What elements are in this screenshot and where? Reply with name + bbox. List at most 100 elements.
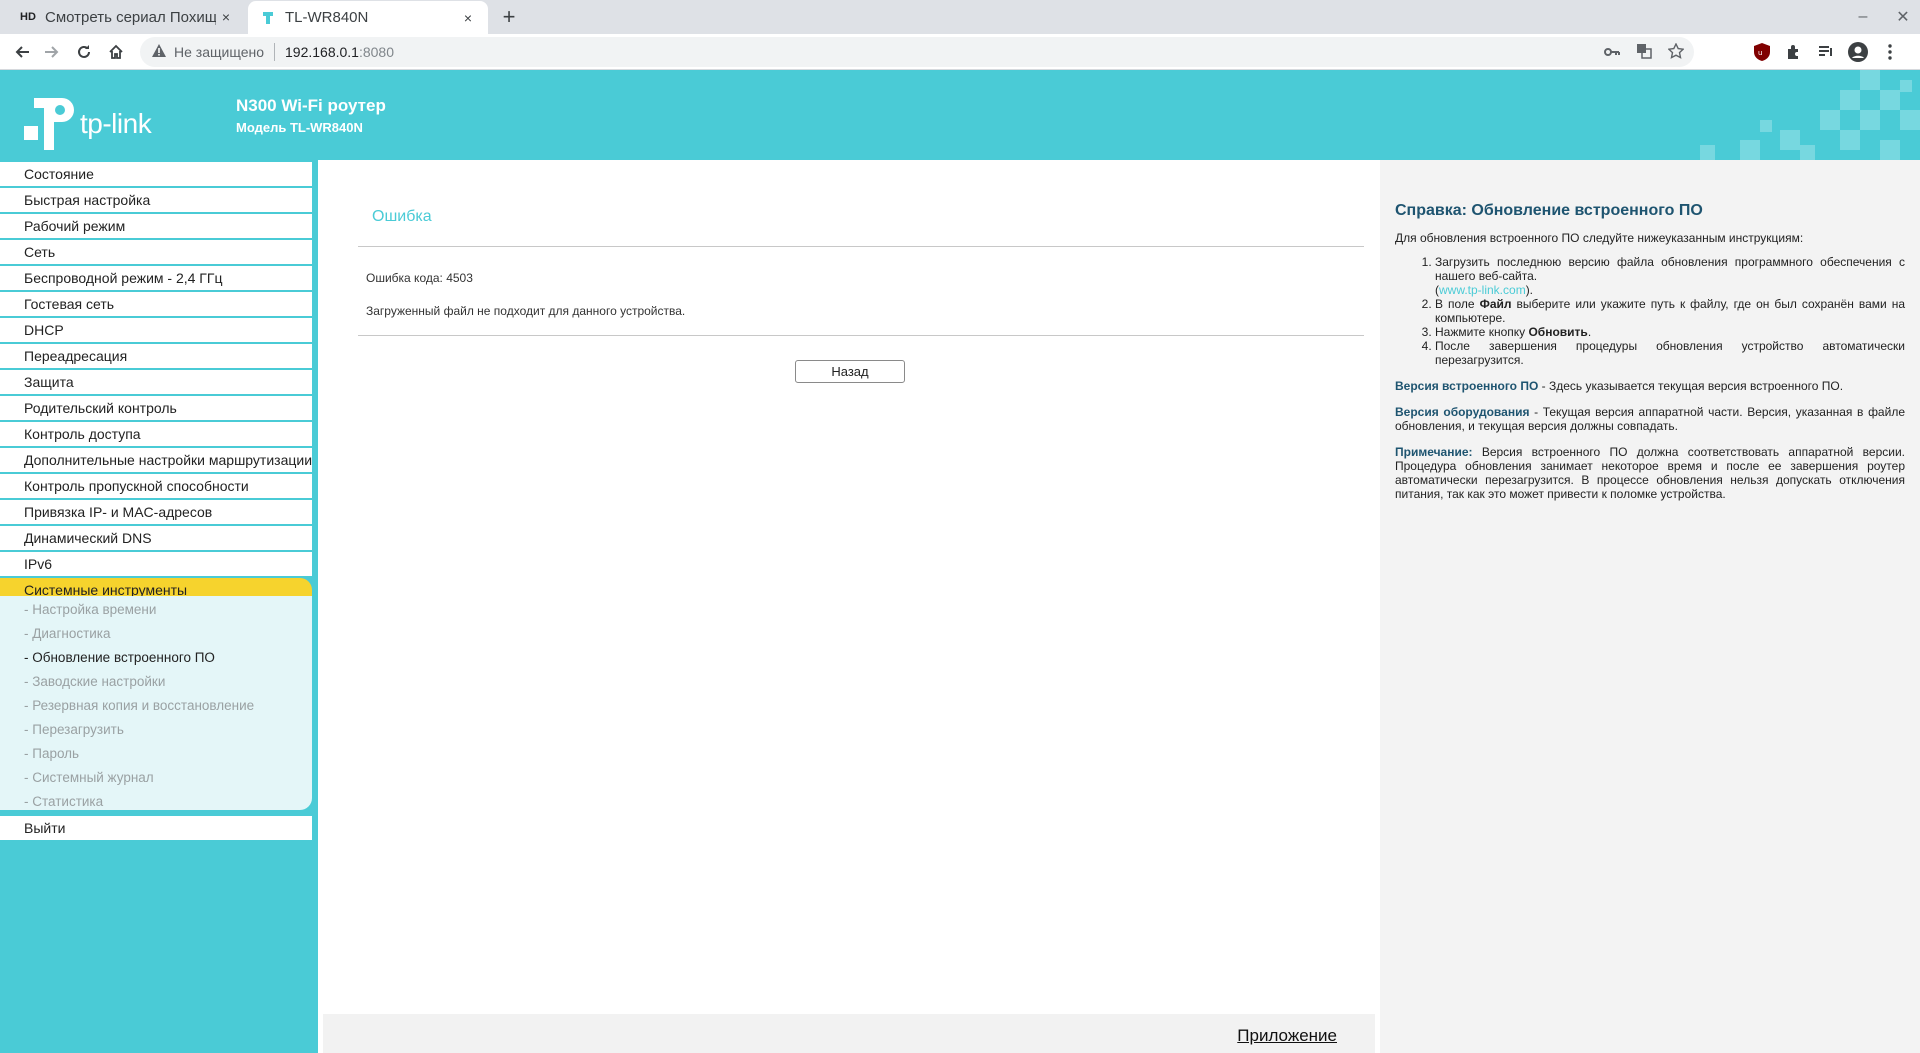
menu-dhcp[interactable]: DHCP (0, 318, 312, 342)
security-label[interactable]: Не защищено (174, 44, 264, 60)
help-step-bold: Файл (1479, 297, 1512, 311)
help-step-text: . (1587, 325, 1592, 339)
translate-icon[interactable] (1636, 43, 1652, 62)
window-controls: – ✕ (1854, 0, 1912, 34)
help-step-text: ). (1525, 283, 1534, 297)
key-icon[interactable] (1604, 44, 1620, 60)
main-footer: Приложение (323, 1014, 1375, 1053)
error-code: Ошибка кода: 4503 (366, 271, 473, 285)
help-step-bold: Обновить (1528, 325, 1588, 339)
main-content: Ошибка Ошибка кода: 4503 Загруженный фай… (318, 160, 1380, 1053)
tab-router[interactable]: TL-WR840N × (248, 1, 488, 34)
back-button[interactable]: Назад (795, 360, 905, 383)
submenu-diagnostics[interactable]: - Диагностика (24, 624, 111, 644)
menu-operation-mode[interactable]: Рабочий режим (0, 214, 312, 238)
help-step: В поле Файл выберите или укажите путь к … (1435, 297, 1905, 325)
warning-icon[interactable] (152, 44, 166, 60)
kebab-menu-icon[interactable] (1880, 42, 1900, 62)
submenu-factory-defaults[interactable]: - Заводские настройки (24, 672, 165, 692)
divider-top (358, 246, 1364, 247)
menu-parental-control[interactable]: Родительский контроль (0, 396, 312, 420)
router-header: tp-link N300 Wi-Fi роутер Модель TL-WR84… (0, 70, 1920, 160)
product-model: Модель TL-WR840N (236, 120, 363, 135)
profile-avatar-icon[interactable] (1848, 42, 1868, 62)
menu-ip-mac-binding[interactable]: Привязка IP- и MAC-адресов (0, 500, 312, 524)
address-bar[interactable]: Не защищено 192.168.0.1:8080 (140, 37, 1694, 67)
menu-security[interactable]: Защита (0, 370, 312, 394)
header-decoration (1700, 70, 1920, 160)
menu-guest-network[interactable]: Гостевая сеть (0, 292, 312, 316)
minimize-icon[interactable]: – (1854, 8, 1872, 26)
menu-status[interactable]: Состояние (0, 162, 312, 186)
home-icon[interactable] (102, 38, 130, 66)
address-bar-icons (1604, 37, 1685, 67)
menu-quick-setup[interactable]: Быстрая настройка (0, 188, 312, 212)
help-step-text: Загрузить последнюю версию файла обновле… (1435, 255, 1905, 283)
svg-text:u: u (1758, 49, 1762, 57)
help-steps: Загрузить последнюю версию файла обновле… (1435, 255, 1905, 367)
menu-logout[interactable]: Выйти (0, 816, 312, 840)
extensions-area: u (1752, 38, 1900, 66)
help-hardware-version: Версия оборудования - Текущая версия апп… (1395, 405, 1905, 433)
help-firmware-version: Версия встроенного ПО - Здесь указываетс… (1395, 379, 1905, 393)
submenu-statistics[interactable]: - Статистика (24, 792, 103, 812)
back-arrow-icon[interactable] (8, 38, 36, 66)
product-info: N300 Wi-Fi роутер Модель TL-WR840N (236, 96, 386, 135)
hd-favicon-icon: HD (20, 11, 36, 23)
menu-forwarding[interactable]: Переадресация (0, 344, 312, 368)
tab-title: TL-WR840N (285, 9, 369, 26)
submenu-system-log[interactable]: - Системный журнал (24, 768, 154, 788)
tp-link-website-link[interactable]: www.tp-link.com (1439, 283, 1526, 297)
divider-bottom (358, 335, 1364, 336)
help-step: Нажмите кнопку Обновить. (1435, 325, 1905, 339)
help-step-text: В поле (1435, 297, 1480, 311)
help-note: Примечание: Версия встроенного ПО должна… (1395, 445, 1905, 501)
submenu-backup-restore[interactable]: - Резервная копия и восстановление (24, 696, 254, 716)
app-link[interactable]: Приложение (1237, 1026, 1337, 1046)
help-step: Загрузить последнюю версию файла обновле… (1435, 255, 1905, 297)
menu-access-control[interactable]: Контроль доступа (0, 422, 312, 446)
help-step-text: Нажмите кнопку (1435, 325, 1529, 339)
tab-strip: HD Смотреть сериал Похищ × TL-WR840N × +… (0, 0, 1920, 34)
forward-arrow-icon[interactable] (38, 38, 66, 66)
url-host: 192.168.0.1 (285, 44, 359, 60)
help-panel: Справка: Обновление встроенного ПО Для о… (1380, 160, 1920, 1053)
reload-icon[interactable] (70, 38, 98, 66)
new-tab-button[interactable]: + (496, 4, 522, 30)
address-separator (274, 43, 275, 61)
help-step-text: После завершения процедуры обновления ус… (1435, 339, 1905, 367)
tp-link-logo-icon (24, 98, 74, 150)
star-bookmark-icon[interactable] (1667, 41, 1685, 62)
submenu-firmware-upgrade[interactable]: - Обновление встроенного ПО (24, 648, 215, 668)
help-step: После завершения процедуры обновления ус… (1435, 339, 1905, 367)
help-title: Справка: Обновление встроенного ПО (1395, 202, 1703, 219)
menu-advanced-routing[interactable]: Дополнительные настройки маршрутизации (0, 448, 312, 472)
system-tools-submenu: - Настройка времени - Диагностика - Обно… (0, 596, 312, 810)
close-tab-icon[interactable]: × (458, 10, 478, 26)
media-queue-icon[interactable] (1816, 42, 1836, 62)
submenu-password[interactable]: - Пароль (24, 744, 79, 764)
help-term: Версия встроенного ПО (1395, 379, 1539, 393)
help-text: - Здесь указывается текущая версия встро… (1538, 379, 1844, 393)
close-window-icon[interactable]: ✕ (1894, 7, 1912, 27)
puzzle-extensions-icon[interactable] (1784, 42, 1804, 62)
submenu-time-settings[interactable]: - Настройка времени (24, 600, 156, 620)
close-tab-icon[interactable]: × (216, 9, 236, 25)
tp-link-logo: tp-link (24, 98, 152, 150)
ublock-shield-icon[interactable]: u (1752, 42, 1772, 62)
help-term: Примечание: (1395, 445, 1473, 459)
tab-title: Смотреть сериал Похищ (45, 8, 216, 26)
tab-series[interactable]: HD Смотреть сериал Похищ × (0, 0, 246, 34)
menu-ipv6[interactable]: IPv6 (0, 552, 312, 576)
error-message: Загруженный файл не подходит для данного… (366, 304, 686, 318)
url-port: :8080 (358, 44, 395, 60)
product-name: N300 Wi-Fi роутер (236, 96, 386, 115)
router-sidebar: Состояние Быстрая настройка Рабочий режи… (0, 160, 312, 1053)
submenu-reboot[interactable]: - Перезагрузить (24, 720, 124, 740)
menu-dynamic-dns[interactable]: Динамический DNS (0, 526, 312, 550)
logo-text: tp-link (80, 108, 152, 139)
menu-wireless[interactable]: Беспроводной режим - 2,4 ГГц (0, 266, 312, 290)
menu-network[interactable]: Сеть (0, 240, 312, 264)
menu-bandwidth-control[interactable]: Контроль пропускной способности (0, 474, 312, 498)
help-intro: Для обновления встроенного ПО следуйте н… (1395, 231, 1804, 245)
